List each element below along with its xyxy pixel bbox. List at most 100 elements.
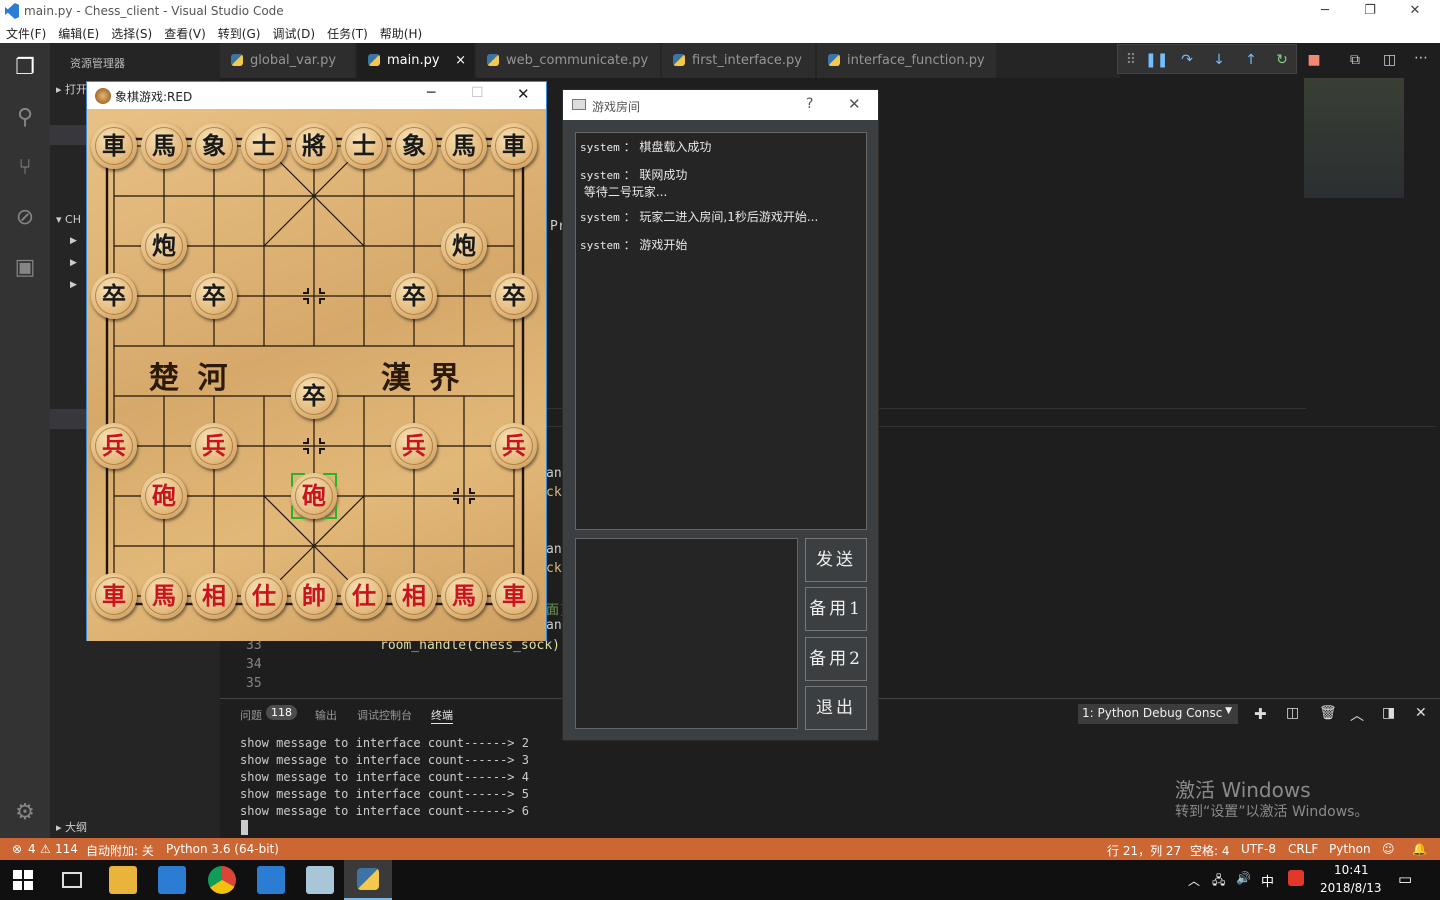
sogou-icon[interactable] bbox=[1288, 870, 1304, 886]
maximize-panel-icon[interactable]: ︿ bbox=[1350, 705, 1364, 725]
black-horse-piece[interactable]: 馬 bbox=[441, 123, 487, 169]
task-view-icon[interactable] bbox=[62, 872, 82, 888]
app-taskbar-icon[interactable] bbox=[306, 866, 334, 894]
red-horse-piece[interactable]: 馬 bbox=[141, 573, 187, 619]
close-tab-icon[interactable]: × bbox=[455, 43, 466, 78]
new-terminal-icon[interactable]: ✚ bbox=[1254, 705, 1267, 723]
split-terminal-icon[interactable]: ◫ bbox=[1286, 705, 1299, 721]
volume-icon[interactable]: 🔊 bbox=[1236, 871, 1251, 885]
black-chariot-piece[interactable]: 車 bbox=[491, 123, 537, 169]
debug-icon[interactable]: ⊘ bbox=[10, 203, 40, 233]
extensions-icon[interactable]: ▣ bbox=[10, 253, 40, 283]
black-cannon-piece[interactable]: 炮 bbox=[441, 223, 487, 269]
explorer-icon[interactable]: ❐ bbox=[10, 53, 40, 83]
outline-section[interactable]: ▸ 大纲 bbox=[56, 819, 87, 835]
windows-start-icon[interactable] bbox=[13, 870, 33, 890]
black-soldier-piece[interactable]: 卒 bbox=[191, 273, 237, 319]
tab-debug-console[interactable]: 调试控制台 bbox=[357, 707, 412, 723]
file-explorer-icon[interactable] bbox=[109, 866, 137, 894]
spare1-button[interactable]: 备用1 bbox=[805, 587, 867, 631]
menu-view[interactable]: 查看(V) bbox=[158, 23, 212, 42]
minimize-button[interactable]: ─ bbox=[1302, 0, 1348, 23]
close-panel-icon[interactable]: ✕ bbox=[1415, 705, 1427, 721]
chat-input[interactable] bbox=[575, 538, 798, 729]
kill-terminal-icon[interactable]: 🗑 bbox=[1319, 705, 1337, 721]
chess-board[interactable]: 楚 河 漢 界 車 馬 象 士 將 士 象 馬 車 炮 炮 卒 卒 卒 卒 卒 … bbox=[87, 109, 546, 641]
warning-count[interactable]: 114 bbox=[55, 842, 78, 856]
close-window-button[interactable]: ✕ bbox=[1392, 0, 1438, 23]
red-cannon-piece-selected[interactable]: 砲 bbox=[291, 473, 337, 519]
source-control-icon[interactable]: ⑂ bbox=[10, 153, 40, 183]
black-horse-piece[interactable]: 馬 bbox=[141, 123, 187, 169]
black-soldier-piece[interactable]: 卒 bbox=[91, 273, 137, 319]
menu-selection[interactable]: 选择(S) bbox=[105, 23, 158, 42]
black-soldier-piece[interactable]: 卒 bbox=[291, 373, 337, 419]
open-editors-section[interactable]: ▸ 打开 bbox=[56, 81, 87, 97]
action-center-icon[interactable]: ▭ bbox=[1398, 870, 1412, 888]
send-button[interactable]: 发送 bbox=[805, 538, 867, 582]
red-soldier-piece[interactable]: 兵 bbox=[91, 423, 137, 469]
red-elephant-piece[interactable]: 相 bbox=[191, 573, 237, 619]
encoding[interactable]: UTF-8 bbox=[1241, 842, 1276, 856]
clock-date[interactable]: 2018/8/13 bbox=[1320, 881, 1382, 895]
tree-chevron-icon[interactable]: ▶ bbox=[70, 236, 77, 246]
python-interpreter[interactable]: Python 3.6 (64-bit) bbox=[166, 842, 279, 856]
indentation[interactable]: 空格: 4 bbox=[1190, 842, 1230, 859]
search-icon[interactable]: ⚲ bbox=[10, 103, 40, 133]
red-general-piece[interactable]: 帥 bbox=[291, 573, 337, 619]
step-into-icon[interactable]: ↓ bbox=[1209, 50, 1229, 70]
black-soldier-piece[interactable]: 卒 bbox=[491, 273, 537, 319]
quit-button[interactable]: 退出 bbox=[805, 686, 867, 730]
feedback-smiley-icon[interactable]: ☺ bbox=[1382, 842, 1395, 856]
tab-output[interactable]: 输出 bbox=[315, 707, 337, 723]
network-icon[interactable]: 🖧 bbox=[1212, 871, 1225, 892]
black-chariot-piece[interactable]: 車 bbox=[91, 123, 137, 169]
chess-game-window[interactable]: 象棋游戏:RED ─ ☐ ✕ 楚 河 漢 界 車 馬 象 士 將 士 象 馬 車… bbox=[86, 81, 547, 641]
message-log[interactable]: system ： 棋盘载入成功 system ： 联网成功 等待二号玩家... … bbox=[575, 132, 867, 530]
more-actions-icon[interactable]: ⋯ bbox=[1414, 50, 1428, 66]
black-cannon-piece[interactable]: 炮 bbox=[141, 223, 187, 269]
ime-indicator[interactable]: 中 bbox=[1261, 871, 1274, 890]
tree-chevron-icon[interactable]: ▶ bbox=[70, 258, 77, 268]
end-of-line[interactable]: CRLF bbox=[1288, 842, 1318, 856]
chess-maximize-button[interactable]: ☐ bbox=[471, 85, 484, 101]
red-cannon-piece[interactable]: 砲 bbox=[141, 473, 187, 519]
black-elephant-piece[interactable]: 象 bbox=[391, 123, 437, 169]
app-icon[interactable] bbox=[158, 866, 186, 894]
chrome-icon[interactable] bbox=[208, 866, 236, 894]
menu-edit[interactable]: 编辑(E) bbox=[52, 23, 105, 42]
menu-file[interactable]: 文件(F) bbox=[0, 23, 52, 42]
red-advisor-piece[interactable]: 仕 bbox=[341, 573, 387, 619]
room-window-titlebar[interactable]: 游戏房间 ? ✕ bbox=[563, 90, 878, 120]
notification-bell-icon[interactable]: 🔔 bbox=[1412, 842, 1427, 856]
red-soldier-piece[interactable]: 兵 bbox=[191, 423, 237, 469]
step-out-icon[interactable]: ↑ bbox=[1241, 50, 1261, 70]
tab-global-var[interactable]: global_var.py bbox=[220, 43, 356, 78]
menu-tasks[interactable]: 任务(T) bbox=[321, 23, 374, 42]
tab-first-interface[interactable]: first_interface.py bbox=[662, 43, 816, 78]
menu-goto[interactable]: 转到(G) bbox=[212, 23, 267, 42]
black-elephant-piece[interactable]: 象 bbox=[191, 123, 237, 169]
cursor-position[interactable]: 行 21，列 27 bbox=[1107, 842, 1181, 859]
settings-gear-icon[interactable]: ⚙ bbox=[10, 798, 40, 828]
split-editor-icon[interactable]: ◫ bbox=[1383, 52, 1396, 68]
chess-minimize-button[interactable]: ─ bbox=[427, 85, 435, 101]
restore-button[interactable]: ❐ bbox=[1347, 0, 1393, 23]
tray-chevron-icon[interactable]: ︿ bbox=[1188, 872, 1200, 889]
auto-attach-status[interactable]: 自动附加: 关 bbox=[86, 842, 154, 859]
tab-problems[interactable]: 问题 bbox=[240, 707, 262, 723]
step-over-icon[interactable]: ↷ bbox=[1177, 50, 1197, 70]
black-soldier-piece[interactable]: 卒 bbox=[391, 273, 437, 319]
chess-close-button[interactable]: ✕ bbox=[517, 85, 530, 103]
error-icon[interactable]: ⊗ bbox=[12, 842, 22, 856]
error-count[interactable]: 4 bbox=[28, 842, 36, 856]
red-chariot-piece[interactable]: 車 bbox=[491, 573, 537, 619]
red-soldier-piece[interactable]: 兵 bbox=[391, 423, 437, 469]
terminal-select[interactable]: 1: Python Debug Consc ▼ bbox=[1078, 704, 1238, 724]
project-section[interactable]: ▾ CH bbox=[56, 213, 81, 226]
tree-chevron-icon[interactable]: ▶ bbox=[70, 280, 77, 290]
help-button[interactable]: ? bbox=[806, 96, 813, 112]
black-advisor-piece[interactable]: 士 bbox=[241, 123, 287, 169]
pause-icon[interactable]: ❚❚ bbox=[1145, 50, 1168, 70]
vscode-taskbar-icon[interactable] bbox=[257, 866, 285, 894]
